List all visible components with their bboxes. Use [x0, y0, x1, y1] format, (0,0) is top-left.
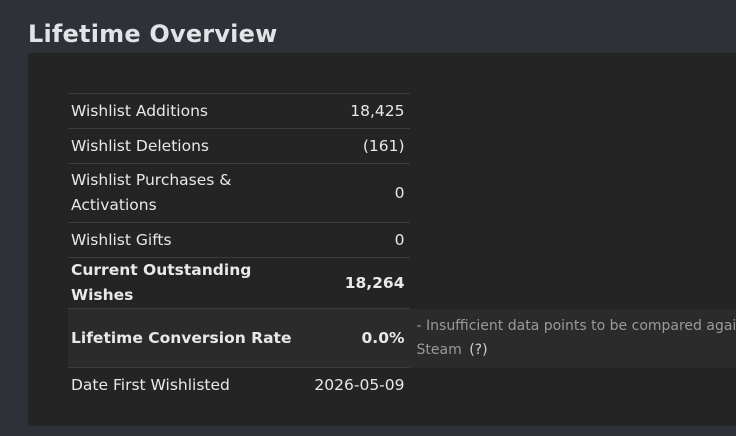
stat-value: 18,425 — [297, 93, 410, 129]
stats-table: Wishlist Additions 18,425 Wishlist Delet… — [68, 93, 736, 402]
stat-value: 18,264 — [297, 257, 410, 309]
stat-row-wishlist-deletions: Wishlist Deletions (161) — [68, 128, 736, 164]
stat-row-date-first-wishlisted: Date First Wishlisted 2026-05-09 — [68, 367, 736, 402]
stat-row-conversion-rate: Lifetime Conversion Rate 0.0% - Insuffic… — [68, 308, 736, 368]
stat-label: Wishlist Gifts — [68, 222, 298, 258]
stat-label: Current Outstanding Wishes — [68, 257, 298, 309]
stat-row-wishlist-purchases: Wishlist Purchases & Activations 0 — [68, 163, 736, 223]
stat-value: 0.0% — [297, 308, 410, 368]
stat-value: 0 — [297, 163, 410, 223]
stat-row-wishlist-additions: Wishlist Additions 18,425 — [68, 93, 736, 129]
stat-value: 2026-05-09 — [297, 367, 410, 402]
conversion-note-line1: - Insufficient data points to be compare… — [416, 318, 736, 334]
stat-value: (161) — [297, 128, 410, 164]
stat-row-outstanding-wishes: Current Outstanding Wishes 18,264 — [68, 257, 736, 309]
stat-label: Date First Wishlisted — [68, 367, 298, 402]
stat-value: 0 — [297, 222, 410, 258]
conversion-note-line2: Steam (?) — [417, 338, 736, 362]
help-link[interactable]: (?) — [469, 342, 487, 358]
stat-row-wishlist-gifts: Wishlist Gifts 0 — [68, 222, 736, 258]
stat-label: Wishlist Deletions — [68, 128, 298, 164]
stat-label: Wishlist Additions — [68, 93, 298, 129]
stat-label: Wishlist Purchases & Activations — [68, 163, 298, 223]
page-title: Lifetime Overview — [28, 20, 278, 48]
conversion-note-steam: Steam — [416, 342, 462, 358]
lifetime-overview-panel: Wishlist Additions 18,425 Wishlist Delet… — [28, 53, 736, 426]
stat-label: Lifetime Conversion Rate — [68, 308, 298, 368]
conversion-note: - Insufficient data points to be compare… — [409, 308, 736, 368]
